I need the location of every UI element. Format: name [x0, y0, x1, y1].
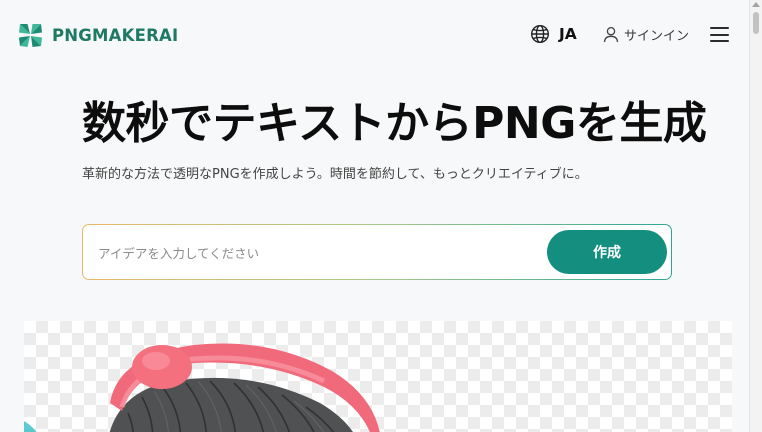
- page: PNGMAKERAI JA サインイン 数秒でテキストからPNGを生成 革新的な…: [0, 0, 762, 432]
- menu-line: [710, 33, 729, 36]
- sample-character-image: [24, 343, 380, 432]
- create-button[interactable]: 作成: [547, 230, 667, 274]
- user-icon: [603, 26, 619, 43]
- prompt-bar: 作成: [82, 224, 672, 280]
- scroll-up-arrow-icon[interactable]: [752, 2, 760, 7]
- signin-button[interactable]: サインイン: [603, 25, 689, 44]
- brand-logo[interactable]: PNGMAKERAI: [17, 22, 178, 48]
- site-header: PNGMAKERAI JA サインイン: [0, 0, 750, 70]
- idea-input[interactable]: [96, 239, 540, 267]
- menu-line: [710, 27, 729, 30]
- brand-name: PNGMAKERAI: [52, 25, 179, 45]
- hamburger-menu-icon[interactable]: [710, 26, 729, 43]
- hero-title: 数秒でテキストからPNGを生成: [82, 98, 707, 149]
- language-code: JA: [559, 25, 577, 43]
- scrollbar-thumb[interactable]: [753, 12, 759, 34]
- preview-image-area: [24, 321, 732, 432]
- clover-logo-icon: [19, 24, 42, 47]
- globe-icon: [530, 24, 550, 44]
- signin-label: サインイン: [624, 29, 690, 44]
- vertical-scrollbar[interactable]: [749, 0, 762, 432]
- hero-subtitle: 革新的な方法で透明なPNGを作成しよう。時間を節約して、もっとクリエイティブに。: [82, 167, 588, 182]
- menu-line: [710, 40, 729, 43]
- language-switcher[interactable]: JA: [530, 24, 577, 44]
